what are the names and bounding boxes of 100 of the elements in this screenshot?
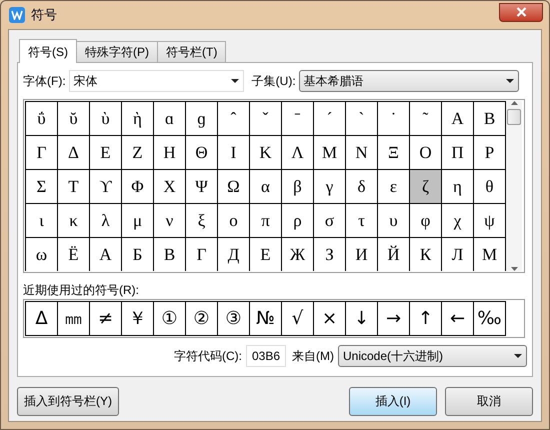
encoding-dropdown[interactable]: Unicode(十六进制)	[338, 345, 527, 367]
tab[interactable]: 符号(S)	[19, 39, 77, 63]
symbol-cell[interactable]: δ	[346, 170, 378, 204]
caret-icon	[514, 354, 522, 358]
recent-symbol-cell[interactable]: ×	[314, 302, 346, 336]
recent-symbol-cell[interactable]: ②	[186, 302, 218, 336]
symbol-cell[interactable]: ρ	[282, 204, 314, 238]
char-code-label: 字符代码(C):	[174, 348, 242, 365]
recent-symbol-cell[interactable]: ㎜	[58, 302, 90, 336]
symbol-cell[interactable]: Δ	[58, 136, 90, 170]
recent-symbol-cell[interactable]: ③	[218, 302, 250, 336]
symbol-cell[interactable]: ˇ	[250, 102, 282, 136]
symbol-cell[interactable]: Π	[442, 136, 474, 170]
symbol-cell[interactable]: ˋ	[346, 102, 378, 136]
recent-symbol-cell[interactable]: ￥	[122, 302, 154, 336]
symbol-cell[interactable]: Σ	[26, 170, 58, 204]
symbol-cell[interactable]: ε	[378, 170, 410, 204]
recent-symbol-cell[interactable]: ↓	[346, 302, 378, 336]
symbol-cell[interactable]: μ	[122, 204, 154, 238]
font-dropdown[interactable]: 宋体	[68, 70, 244, 92]
scroll-down-icon[interactable]	[510, 267, 518, 271]
symbol-cell[interactable]: ˊ	[314, 102, 346, 136]
symbol-cell[interactable]: Ι	[218, 136, 250, 170]
symbol-cell[interactable]: Κ	[250, 136, 282, 170]
symbol-cell[interactable]: ɑ	[154, 102, 186, 136]
symbol-cell[interactable]: Η	[154, 136, 186, 170]
symbol-cell[interactable]: ξ	[186, 204, 218, 238]
symbol-cell[interactable]: ο	[218, 204, 250, 238]
close-icon	[516, 7, 526, 17]
recent-symbol-cell[interactable]: ‰	[474, 302, 506, 336]
symbol-cell[interactable]: υ	[378, 204, 410, 238]
symbol-cell[interactable]: θ	[474, 170, 506, 204]
recent-symbols-label: 近期使用过的符号(R):	[23, 282, 140, 297]
recent-symbol-cell[interactable]: Δ	[26, 302, 58, 336]
recent-symbol-cell[interactable]: √	[282, 302, 314, 336]
scroll-up-icon[interactable]	[510, 101, 518, 105]
symbol-cell[interactable]: ῠ	[58, 102, 90, 136]
recent-symbol-cell[interactable]: ≠	[90, 302, 122, 336]
symbol-cell[interactable]: ϒ	[90, 170, 122, 204]
symbol-cell[interactable]: Ρ	[474, 136, 506, 170]
dialog-button[interactable]: 插入(I)	[349, 386, 437, 416]
symbol-cell[interactable]: ΰ	[26, 102, 58, 136]
symbol-cell[interactable]: ψ	[474, 204, 506, 238]
symbol-cell[interactable]: ˉ	[282, 102, 314, 136]
from-label: 来自(M)	[292, 348, 334, 365]
symbol-cell[interactable]: Θ	[186, 136, 218, 170]
symbol-cell[interactable]: ɡ	[186, 102, 218, 136]
symbol-cell[interactable]: ˆ	[218, 102, 250, 136]
symbol-cell[interactable]: Χ	[154, 170, 186, 204]
app-logo-icon	[9, 7, 25, 23]
symbol-cell[interactable]: ˙	[378, 102, 410, 136]
window-title: 符号	[31, 6, 57, 24]
close-button[interactable]	[499, 2, 543, 22]
symbol-cell[interactable]: Α	[442, 102, 474, 136]
recent-symbol-cell[interactable]: ①	[154, 302, 186, 336]
recent-symbol-cell[interactable]: →	[378, 302, 410, 336]
symbol-cell[interactable]: ι	[26, 204, 58, 238]
symbol-cell[interactable]: β	[282, 170, 314, 204]
symbol-cell[interactable]: Τ	[58, 170, 90, 204]
symbol-cell[interactable]: Ε	[90, 136, 122, 170]
symbol-cell[interactable]: Ψ	[186, 170, 218, 204]
symbol-cell[interactable]: ὴ	[122, 102, 154, 136]
tab[interactable]: 符号栏(T)	[157, 41, 226, 62]
tab[interactable]: 特殊字符(P)	[76, 41, 158, 62]
symbol-cell[interactable]: Ω	[218, 170, 250, 204]
symbol-cell[interactable]: χ	[442, 204, 474, 238]
recent-symbol-cell[interactable]: ↑	[410, 302, 442, 336]
caret-icon	[506, 79, 514, 83]
recent-symbol-cell[interactable]: ←	[442, 302, 474, 336]
symbol-cell[interactable]: Ζ	[122, 136, 154, 170]
symbol-cell[interactable]: π	[250, 204, 282, 238]
symbol-cell[interactable]: α	[250, 170, 282, 204]
symbol-cell[interactable]: Ν	[346, 136, 378, 170]
dialog-button[interactable]: 取消	[445, 386, 533, 416]
symbol-cell[interactable]: η	[442, 170, 474, 204]
scrollbar[interactable]	[506, 101, 522, 271]
recent-symbol-cell[interactable]: №	[250, 302, 282, 336]
symbol-cell[interactable]: ν	[154, 204, 186, 238]
symbol-cell[interactable]: τ	[346, 204, 378, 238]
char-code-field[interactable]: 03B6	[246, 345, 286, 367]
symbol-cell[interactable]: Φ	[122, 170, 154, 204]
symbol-cell[interactable]: Ξ	[378, 136, 410, 170]
symbol-cell[interactable]: γ	[314, 170, 346, 204]
subset-label: 子集(U):	[252, 73, 296, 90]
dialog-button[interactable]: 插入到符号栏(Y)	[17, 386, 119, 416]
symbol-cell[interactable]: φ	[410, 204, 442, 238]
subset-dropdown[interactable]: 基本希腊语	[298, 70, 519, 92]
symbol-cell[interactable]: κ	[58, 204, 90, 238]
symbol-cell[interactable]: ˜	[410, 102, 442, 136]
symbol-cell[interactable]: Μ	[314, 136, 346, 170]
symbol-cell[interactable]: σ	[314, 204, 346, 238]
symbol-cell[interactable]: Ο	[410, 136, 442, 170]
symbol-cell[interactable]: Γ	[26, 136, 58, 170]
symbol-cell[interactable]: ὺ	[90, 102, 122, 136]
symbol-cell[interactable]: Λ	[282, 136, 314, 170]
font-label: 字体(F):	[23, 73, 66, 90]
symbol-cell[interactable]: ζ	[410, 170, 442, 204]
scrollbar-thumb[interactable]	[507, 109, 521, 125]
symbol-cell[interactable]: λ	[90, 204, 122, 238]
symbol-cell[interactable]: Β	[474, 102, 506, 136]
